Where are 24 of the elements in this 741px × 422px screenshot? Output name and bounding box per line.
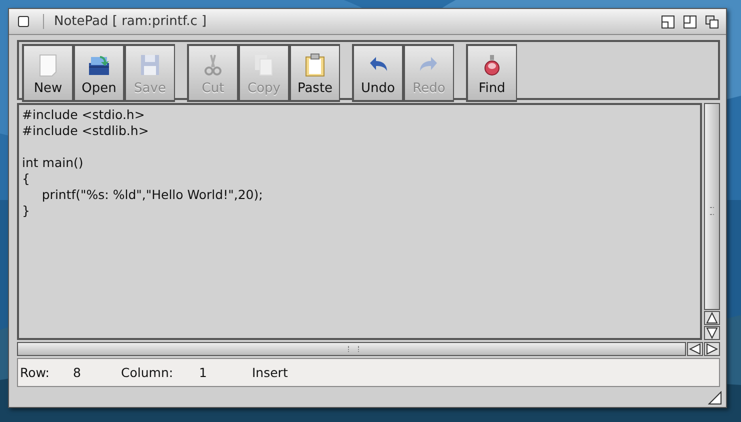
column-label: Column:	[121, 365, 174, 380]
scroll-left-button[interactable]	[687, 342, 703, 356]
row-value: 8	[73, 365, 82, 380]
horizontal-scrollbar[interactable]	[17, 342, 686, 356]
row-label: Row:	[20, 365, 51, 380]
toolbar-button[interactable]: New	[22, 44, 73, 102]
toolbar-button[interactable]: Undo	[352, 44, 403, 102]
edit-mode: Insert	[252, 365, 288, 380]
pages-icon	[253, 53, 275, 77]
page-icon	[37, 53, 59, 77]
scroll-right-button[interactable]	[704, 342, 720, 356]
toolbar-button[interactable]: Find	[466, 44, 517, 102]
code-editor[interactable]: #include <stdio.h> #include <stdlib.h> int main() { printf("%s: %ld","Hello World!",20); }	[17, 103, 702, 340]
toolbar-button[interactable]: Open	[73, 44, 124, 102]
toolbar-button[interactable]: Paste	[289, 44, 340, 102]
drawer-icon	[86, 53, 112, 77]
scroll-down-button[interactable]	[704, 326, 720, 340]
window-title: NotePad [ ram:printf.c ]	[43, 14, 207, 29]
scroll-up-button[interactable]	[704, 311, 720, 325]
vertical-scrollbar[interactable]	[704, 103, 720, 310]
resize-handle-icon[interactable]	[708, 391, 722, 405]
column-value: 1	[199, 365, 208, 380]
scissors-icon	[202, 53, 224, 77]
clipboard-icon	[304, 53, 326, 77]
